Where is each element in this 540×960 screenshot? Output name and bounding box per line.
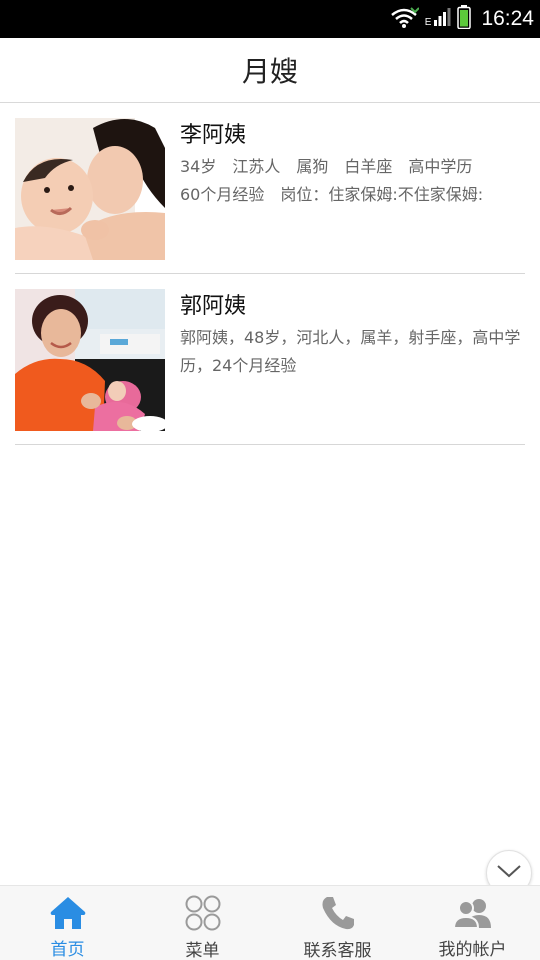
list-item[interactable]: 郭阿姨 郭阿姨，48岁，河北人，属羊，射手座，高中学历，24个月经验 bbox=[15, 274, 525, 445]
nanny-list: 李阿姨 34岁 江苏人 属狗 白羊座 高中学历 60个月经验 岗位：住家保姆:不… bbox=[15, 103, 525, 445]
home-icon bbox=[48, 894, 88, 931]
nanny-name: 李阿姨 bbox=[180, 123, 247, 148]
list-item[interactable]: 李阿姨 34岁 江苏人 属狗 白羊座 高中学历 60个月经验 岗位：住家保姆:不… bbox=[15, 103, 525, 274]
nanny-name: 郭阿姨 bbox=[180, 294, 247, 319]
status-time: 16:24 bbox=[481, 7, 534, 30]
nanny-description: 郭阿姨，48岁，河北人，属羊，射手座，高中学历，24个月经验 bbox=[180, 328, 521, 375]
bottom-tab-bar: 首页 菜单 联系客服 我的帐户 bbox=[0, 885, 540, 960]
status-bar: E 16:24 bbox=[0, 0, 540, 38]
phone-icon bbox=[318, 894, 358, 932]
page-title: 月嫂 bbox=[241, 55, 298, 88]
tab-label: 首页 bbox=[50, 940, 85, 960]
tab-contact-service[interactable]: 联系客服 bbox=[270, 886, 405, 960]
grid-icon bbox=[183, 894, 223, 932]
battery-icon bbox=[457, 5, 472, 33]
signal-icon bbox=[433, 8, 451, 30]
tab-menu[interactable]: 菜单 bbox=[135, 886, 270, 960]
tab-label: 联系客服 bbox=[303, 941, 372, 960]
network-type-label: E bbox=[424, 17, 432, 28]
wifi-icon bbox=[389, 6, 420, 32]
status-icons: E 16:24 bbox=[389, 0, 534, 38]
tab-home[interactable]: 首页 bbox=[0, 886, 135, 960]
tab-label: 我的帐户 bbox=[438, 940, 507, 960]
tab-label: 菜单 bbox=[185, 941, 220, 960]
nanny-photo bbox=[15, 118, 165, 260]
title-bar: 月嫂 bbox=[0, 38, 540, 103]
users-icon bbox=[453, 894, 493, 931]
tab-my-account[interactable]: 我的帐户 bbox=[405, 886, 540, 960]
chevron-down-icon bbox=[496, 863, 522, 883]
nanny-photo bbox=[15, 289, 165, 431]
nanny-description: 34岁 江苏人 属狗 白羊座 高中学历 60个月经验 岗位：住家保姆:不住家保姆… bbox=[180, 157, 484, 204]
